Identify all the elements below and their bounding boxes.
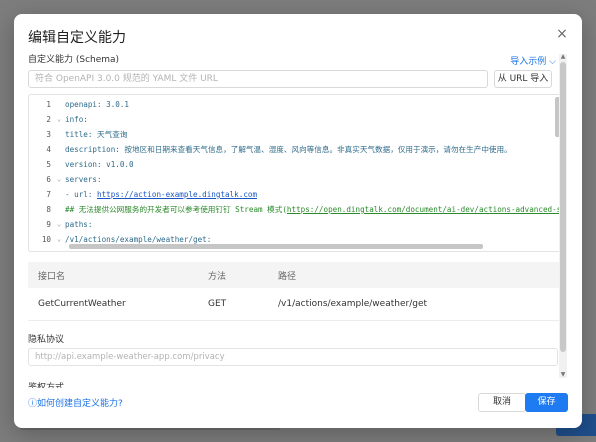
code-text: paths: bbox=[65, 220, 93, 229]
dialog-scrollbar[interactable]: ▲ ▼ bbox=[559, 54, 567, 378]
dialog-title: 编辑自定义能力 bbox=[28, 30, 126, 46]
import-example-label: 导入示例 bbox=[510, 57, 547, 67]
cancel-button[interactable]: 取消 bbox=[478, 393, 526, 412]
privacy-label: 隐私协议 bbox=[28, 335, 65, 345]
fold-icon[interactable]: ⌄ bbox=[57, 172, 65, 187]
code-line[interactable]: 5 version: v1.0.0 bbox=[29, 157, 561, 172]
code-line[interactable]: 6 ⌄ servers: bbox=[29, 172, 561, 187]
close-icon[interactable]: × bbox=[554, 26, 570, 42]
import-from-url-button[interactable]: 从 URL 导入 bbox=[494, 70, 552, 88]
editor-horizontal-scrollbar[interactable] bbox=[69, 244, 483, 249]
scroll-down-icon[interactable]: ▼ bbox=[559, 372, 567, 378]
code-text: title: 天气查询 bbox=[65, 130, 128, 139]
fold-icon[interactable]: ⌄ bbox=[57, 112, 65, 127]
code-text: ## 无法提供公网服务的开发者可以参考使用钉钉 Stream 模式(https:… bbox=[65, 205, 562, 214]
privacy-url-input[interactable] bbox=[28, 348, 558, 366]
line-number: 2 bbox=[46, 115, 51, 124]
api-method: GET bbox=[208, 299, 227, 309]
code-line[interactable]: 1 openapi: 3.0.1 bbox=[29, 97, 561, 112]
line-number: 4 bbox=[46, 145, 51, 154]
api-path: /v1/actions/example/weather/get bbox=[278, 299, 428, 309]
help-link[interactable]: ⓘ如何创建自定义能力? bbox=[28, 396, 123, 409]
code-text: version: v1.0.0 bbox=[65, 160, 134, 169]
code-line[interactable]: 8 ## 无法提供公网服务的开发者可以参考使用钉钉 Stream 模式(https… bbox=[29, 202, 561, 217]
code-text: description: 按地区和日期来查看天气信息，了解气温、湿度、风向等信息… bbox=[65, 145, 512, 154]
code-line[interactable]: 7 - url: https://action-example.dingtalk… bbox=[29, 187, 561, 202]
save-button[interactable]: 保存 bbox=[525, 393, 568, 412]
fold-icon[interactable]: ⌄ bbox=[57, 232, 65, 247]
header-method: 方法 bbox=[208, 271, 227, 282]
schema-label: 自定义能力 (Schema) bbox=[28, 55, 120, 65]
code-line[interactable]: 2 ⌄ info: bbox=[29, 112, 561, 127]
api-name: GetCurrentWeather bbox=[38, 299, 126, 309]
line-number: 6 bbox=[46, 175, 51, 184]
line-number: 1 bbox=[46, 100, 51, 109]
table-header: 接口名 方法 路径 bbox=[28, 262, 560, 288]
edit-capability-dialog: 编辑自定义能力 × 自定义能力 (Schema) 导入示例 ⌵ 从 URL 导入… bbox=[14, 14, 582, 428]
code-line[interactable]: 3 title: 天气查询 bbox=[29, 127, 561, 142]
header-name: 接口名 bbox=[38, 271, 66, 282]
scroll-up-icon[interactable]: ▲ bbox=[559, 54, 567, 60]
code-text: info: bbox=[65, 115, 88, 124]
fold-icon[interactable]: ⌄ bbox=[57, 217, 65, 232]
auth-label: 鉴权方式 bbox=[28, 383, 65, 388]
header-path: 路径 bbox=[278, 271, 297, 282]
import-example-dropdown[interactable]: 导入示例 ⌵ bbox=[510, 54, 556, 67]
chevron-down-icon: ⌵ bbox=[549, 57, 556, 67]
code-text: servers: bbox=[65, 175, 102, 184]
code-text: - url: https://action-example.dingtalk.c… bbox=[65, 190, 258, 199]
help-link-label: 如何创建自定义能力? bbox=[37, 399, 123, 409]
line-number: 9 bbox=[46, 220, 51, 229]
api-table: 接口名 方法 路径 GetCurrentWeather GET /v1/acti… bbox=[28, 262, 560, 321]
schema-code-editor[interactable]: 10 ⌄ /v1/actions/example/weather/get: 9 ⌄ pa… bbox=[28, 94, 562, 252]
line-number: 3 bbox=[46, 130, 51, 139]
question-circle-icon: ⓘ bbox=[28, 399, 38, 409]
line-number: 7 bbox=[46, 190, 51, 199]
line-number: 5 bbox=[46, 160, 51, 169]
dialog-body[interactable]: 自定义能力 (Schema) 导入示例 ⌵ 从 URL 导入 10 ⌄ /v1/a… bbox=[14, 50, 582, 388]
code-line[interactable]: 9 ⌄ paths: bbox=[29, 217, 561, 232]
code-text: openapi: 3.0.1 bbox=[65, 100, 130, 109]
schema-url-input[interactable] bbox=[28, 70, 488, 88]
table-row: GetCurrentWeather GET /v1/actions/exampl… bbox=[28, 288, 560, 321]
line-number: 8 bbox=[46, 205, 51, 214]
line-number: 10 bbox=[41, 235, 51, 244]
scrollbar-thumb[interactable] bbox=[560, 62, 566, 352]
code-line[interactable]: 4 description: 按地区和日期来查看天气信息，了解气温、湿度、风向等… bbox=[29, 142, 561, 157]
